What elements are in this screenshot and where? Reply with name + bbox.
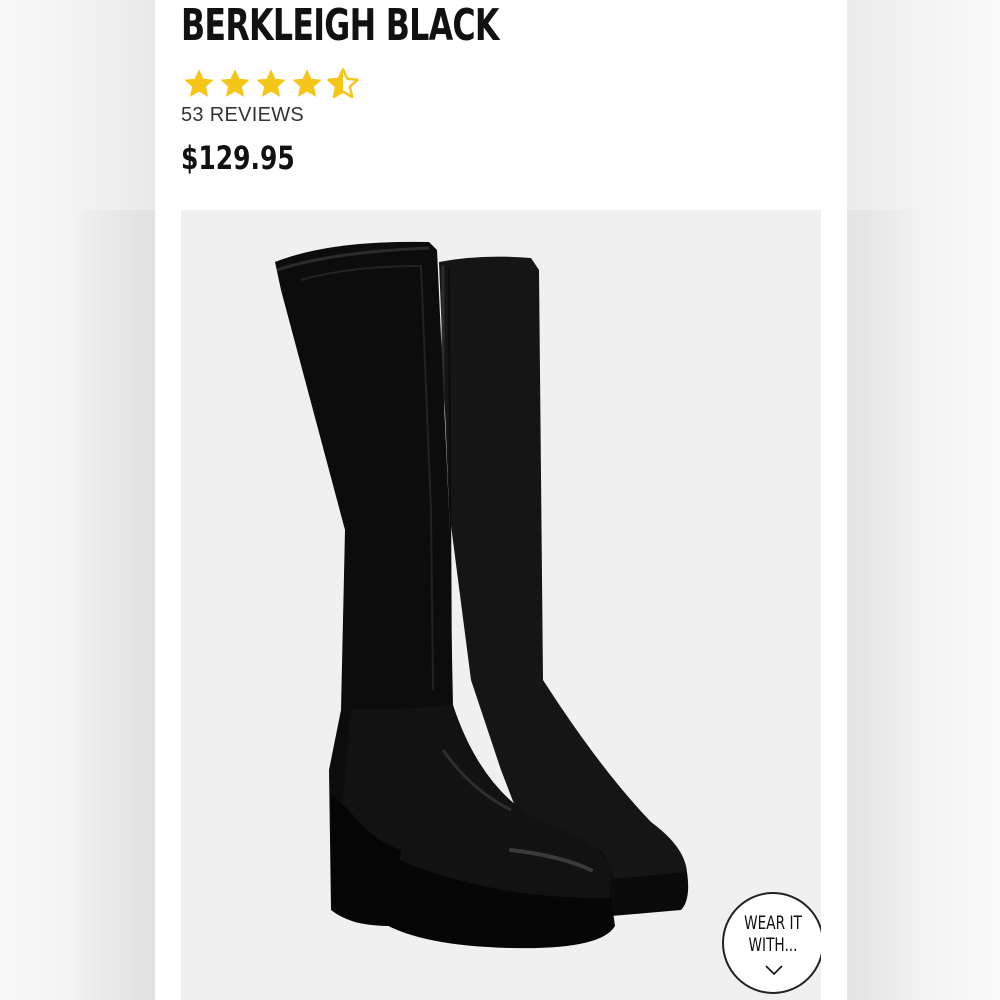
chevron-down-icon: [765, 965, 783, 976]
star-half-icon: [327, 68, 359, 99]
product-price: $129.95: [181, 139, 295, 177]
with-label: WITH...: [748, 934, 798, 956]
reviews-count-link[interactable]: 53 REVIEWS: [181, 102, 304, 128]
star-full-icon: [220, 69, 250, 97]
background-right-panel: [847, 0, 1000, 1000]
star-full-icon: [256, 69, 286, 97]
product-card: BERKLEIGH BLACK 53 REVIEWS $129.95 WEAR …: [155, 0, 847, 1000]
star-full-icon: [292, 69, 322, 97]
product-title: BERKLEIGH BLACK: [181, 0, 499, 51]
product-image[interactable]: WEAR IT WITH...: [181, 210, 821, 1000]
knee-high-boots-image: [275, 241, 689, 949]
wear-it-with-button[interactable]: WEAR IT WITH...: [722, 892, 821, 994]
star-full-icon: [184, 69, 214, 97]
background-left-panel: [0, 0, 155, 1000]
wear-it-label: WEAR IT: [744, 912, 802, 934]
star-rating[interactable]: [181, 66, 361, 102]
